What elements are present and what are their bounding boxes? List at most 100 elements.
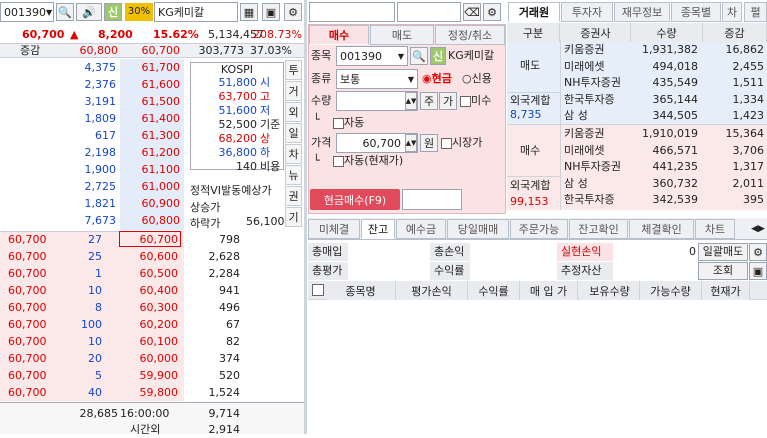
realized-pnl-label: 실현손익	[557, 243, 613, 261]
dropdown-icon[interactable]: ▼	[398, 52, 404, 61]
side-tab[interactable]: 기	[285, 207, 302, 227]
broker-tab[interactable]: 재무정보	[614, 2, 670, 22]
window-icon[interactable]: ▣	[262, 3, 280, 21]
search-icon[interactable]: 🔍	[410, 47, 428, 65]
tab-sell[interactable]: 매도	[370, 25, 434, 45]
gear-icon[interactable]: ⚙	[284, 3, 302, 21]
select-all-checkbox[interactable]	[312, 284, 324, 296]
speaker-icon[interactable]: 🔊	[76, 3, 102, 21]
cash-radio[interactable]: ◉현금	[422, 70, 452, 87]
order-code-input[interactable]: 001390 ▼	[336, 46, 408, 66]
ask-qty: 617	[95, 129, 116, 142]
holdings-list	[308, 300, 767, 434]
bid-price: 59,900	[139, 369, 179, 382]
broker-name: 한국투자증	[564, 193, 615, 206]
market-price-checkbox[interactable]: 시장가	[441, 134, 482, 151]
dropdown-icon[interactable]: ▼	[46, 8, 52, 17]
broker-qty: 365,144	[652, 92, 699, 106]
account-field[interactable]	[309, 2, 395, 22]
side-tab[interactable]: 거	[285, 81, 302, 101]
broker-tab[interactable]: 투자자	[561, 2, 613, 22]
broker-qty: 344,505	[652, 109, 699, 122]
ask-price: 61,000	[141, 180, 181, 193]
balance-tab[interactable]: 차트	[695, 219, 735, 239]
vi-up-label: 상승가	[190, 201, 221, 214]
sell-all-button[interactable]: 일괄매도	[698, 243, 748, 261]
broker-tab[interactable]: 차	[722, 2, 742, 22]
broker-tab[interactable]: 종목별	[671, 2, 721, 22]
broker-name: 한국투자증	[564, 92, 615, 106]
auto-price-checkbox[interactable]: 자동(현재가)	[333, 152, 403, 169]
side-tab[interactable]: 권	[285, 186, 302, 206]
tab-modify-cancel[interactable]: 정정/취소	[435, 25, 505, 45]
credit-radio[interactable]: ○신용	[462, 70, 492, 87]
order-type-select[interactable]: 보통 ▼	[336, 69, 418, 89]
eraser-icon[interactable]: ⌫	[463, 3, 481, 21]
holdings-column: 매 입 가	[520, 281, 578, 300]
bid-price: 60,200	[139, 318, 179, 331]
balance-tab[interactable]: 당일매매	[447, 219, 509, 239]
tab-buy[interactable]: 매수	[309, 25, 369, 45]
password-field[interactable]	[397, 2, 461, 22]
gear-icon[interactable]: ⚙	[749, 243, 767, 261]
ask-qty: 4,375	[84, 61, 117, 74]
kospi-info-box: KOSPI 51,800 시 63,700 고 51,600 저 52,500 기준 68,20…	[190, 62, 284, 173]
header-price: 60,800	[79, 44, 119, 57]
checkbox-icon	[460, 95, 471, 107]
balance-tab[interactable]: 잔고	[361, 219, 395, 239]
chart-icon[interactable]: ▦	[240, 3, 258, 21]
info-value: 68,200	[218, 132, 258, 145]
search-icon[interactable]: 🔍	[56, 3, 74, 21]
window-icon[interactable]: ▣	[749, 262, 767, 280]
info-value: 52,500	[218, 118, 258, 131]
info-row: 140 비용	[191, 160, 283, 174]
corner-arrow-icon: └	[313, 154, 320, 167]
side-tab[interactable]: 투	[285, 60, 302, 80]
gear-icon[interactable]: ⚙	[483, 3, 501, 21]
won-button[interactable]: 원	[420, 134, 438, 152]
nomisu-checkbox[interactable]: 미수	[460, 92, 491, 109]
balance-tab[interactable]: 잔고확인	[569, 219, 628, 239]
broker-qty: 441,235	[652, 160, 699, 173]
broker-change: 1,317	[732, 160, 765, 173]
nomisu-label: 미수	[471, 94, 492, 107]
side-tab[interactable]: 뉴	[285, 165, 302, 185]
bid-qty: 798	[219, 233, 240, 246]
dropdown-icon[interactable]: ▼	[408, 75, 414, 84]
header-pct: 37.03%	[250, 44, 292, 57]
query-button[interactable]: 조회	[698, 262, 748, 280]
balance-tab[interactable]: 미체결	[308, 219, 360, 239]
auto-qty-checkbox[interactable]: 자동	[333, 114, 364, 131]
trade-price: 60,700	[8, 301, 47, 314]
side-tab[interactable]: 외	[285, 102, 302, 122]
kospi-title: KOSPI	[220, 63, 254, 76]
splitter[interactable]	[304, 0, 307, 434]
side-tab[interactable]: 일	[285, 123, 302, 143]
ask-qty: 1,900	[84, 163, 117, 176]
vi-down-value: 56,100	[246, 215, 285, 228]
ask-price: 61,400	[141, 112, 181, 125]
tab-scroll-icon[interactable]: ◀▶	[751, 221, 765, 237]
qty-max-button[interactable]: 가	[439, 92, 457, 110]
trade-qty: 5	[95, 369, 102, 382]
side-tab[interactable]: 차	[285, 144, 302, 164]
broker-tab[interactable]: 거래원	[508, 2, 560, 22]
market-price-label: 시장가	[452, 136, 483, 149]
balance-tab[interactable]: 주문가능	[510, 219, 568, 239]
broker-qty: 494,018	[652, 59, 699, 73]
price-stepper[interactable]: ▲▼	[405, 134, 417, 152]
bid-price: 60,300	[139, 301, 179, 314]
broker-tab[interactable]: 펼	[744, 2, 767, 22]
cash-buy-button[interactable]: 현금매수(F9)	[310, 189, 400, 210]
qty-shares-button[interactable]: 주	[420, 92, 438, 110]
up-arrow-icon: ▲	[70, 28, 79, 41]
balance-tab[interactable]: 체결확인	[629, 219, 694, 239]
balance-tab[interactable]: 예수금	[396, 219, 446, 239]
bid-qty: 82	[226, 335, 240, 348]
submit-extra-field[interactable]	[402, 189, 462, 210]
trade-price: 60,700	[8, 335, 47, 348]
qty-stepper[interactable]: ▲▼	[405, 92, 417, 110]
stock-code-input[interactable]: 001390 ▼	[0, 2, 54, 22]
trade-qty: 40	[88, 386, 102, 399]
broker-qty: 1,931,382	[642, 43, 698, 56]
